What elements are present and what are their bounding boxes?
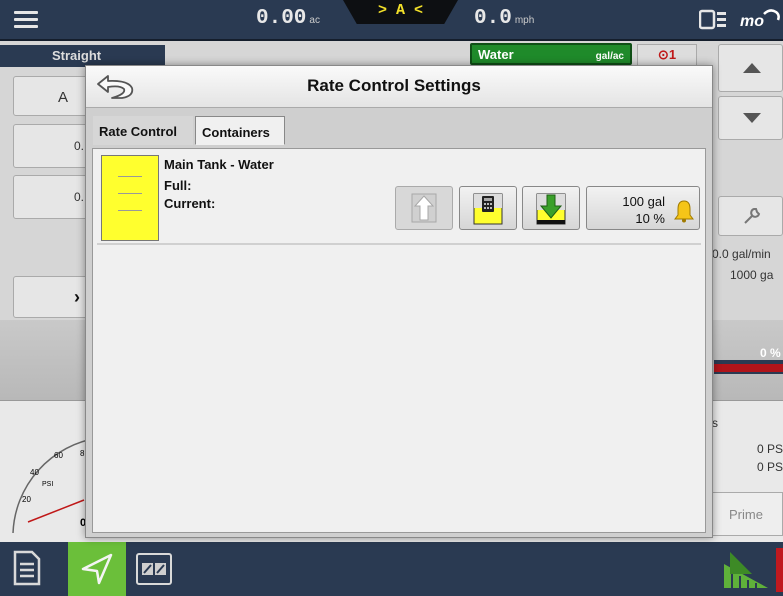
ab-label: A — [58, 89, 69, 106]
calculator-icon — [473, 193, 503, 225]
full-label: Full: — [164, 178, 192, 193]
ab-line-button[interactable]: A — [13, 76, 93, 116]
prime-button[interactable]: Prime — [708, 492, 783, 536]
map-view-button[interactable] — [68, 542, 126, 596]
value-button-2[interactable]: 0. — [13, 175, 93, 219]
empty-icon — [536, 193, 566, 225]
gauge-tick-60: 60 — [54, 451, 63, 460]
documents-icon[interactable] — [12, 550, 42, 586]
navigation-arrow-icon — [81, 553, 113, 585]
value-1: 0. — [74, 139, 85, 153]
flow-rate: 0.0 gal/min — [712, 247, 771, 261]
level-percent: 10 % — [635, 211, 665, 226]
value-button-1[interactable]: 0. — [13, 124, 93, 168]
brand-text: mo — [740, 13, 764, 30]
fill-container-button[interactable] — [395, 186, 453, 230]
speed-unit: mph — [514, 15, 535, 26]
product-name: Water — [478, 47, 514, 62]
current-label: Current: — [164, 196, 216, 211]
value-2: 0. — [74, 190, 85, 204]
product-unit: gal/ac — [595, 51, 624, 62]
guidance-pattern-tab[interactable]: Straight — [0, 45, 165, 67]
pressure-2: 0 PS — [757, 460, 783, 474]
gauge-tick-20: 20 — [22, 495, 31, 504]
level-volume: 100 gal — [622, 194, 665, 209]
gauge-unit: PSI — [42, 481, 53, 488]
area-readout: 0.00 ac — [256, 7, 320, 30]
menu-icon[interactable] — [10, 6, 46, 34]
alert-count: 1 — [668, 47, 677, 62]
area-unit: ac — [309, 15, 320, 26]
tab-containers[interactable]: Containers — [195, 116, 285, 145]
guidance-indicator: > A < — [343, 0, 458, 24]
scroll-down-button[interactable] — [718, 96, 783, 140]
alerts-tab[interactable]: ⊙1 — [637, 44, 697, 66]
brand-logo-icon: mo — [738, 6, 782, 32]
speed-value: 0.0 — [474, 7, 512, 30]
brand-home-icon[interactable] — [722, 550, 770, 590]
dialog-header: Rate Control Settings — [86, 66, 712, 108]
product-bar-fill — [714, 364, 783, 372]
scroll-up-button[interactable] — [718, 44, 783, 92]
expand-button[interactable]: › — [13, 276, 93, 318]
tank-level-alarm-button[interactable]: 100 gal 10 % — [586, 186, 700, 230]
container-row: Main Tank - Water Full: Current: 100 gal… — [97, 153, 701, 245]
tank-volume: 1000 ga — [730, 268, 774, 282]
bell-icon — [674, 200, 694, 223]
gauge-tick-40: 40 — [30, 468, 39, 477]
container-name: Main Tank - Water — [164, 157, 274, 172]
speed-readout: 0.0 mph — [474, 7, 534, 30]
settings-button[interactable] — [718, 196, 783, 236]
pressure-1: 0 PS — [757, 442, 783, 456]
fill-icon — [411, 193, 437, 223]
wrench-icon — [744, 208, 761, 224]
tab-rate-control[interactable]: Rate Control — [93, 116, 193, 145]
tab-strip: Rate Control Containers — [91, 110, 707, 145]
containers-panel: Main Tank - Water Full: Current: 100 gal… — [92, 148, 706, 533]
target-icon: ⊙ — [657, 47, 669, 62]
dialog-title: Rate Control Settings — [307, 76, 481, 95]
split-view-icon[interactable] — [136, 553, 172, 585]
area-value: 0.00 — [256, 7, 307, 30]
tank-level-graphic — [101, 155, 159, 241]
calculator-button[interactable] — [459, 186, 517, 230]
chevron-right-icon: › — [74, 287, 80, 307]
product-tab-water[interactable]: Water gal/ac — [470, 43, 632, 65]
status-strip — [776, 548, 783, 592]
product-percent: 0 % — [760, 346, 781, 360]
layout-toggle-icon[interactable] — [698, 8, 727, 32]
empty-container-button[interactable] — [522, 186, 580, 230]
rate-control-settings-dialog: Rate Control Settings Rate Control Conta… — [85, 65, 713, 538]
